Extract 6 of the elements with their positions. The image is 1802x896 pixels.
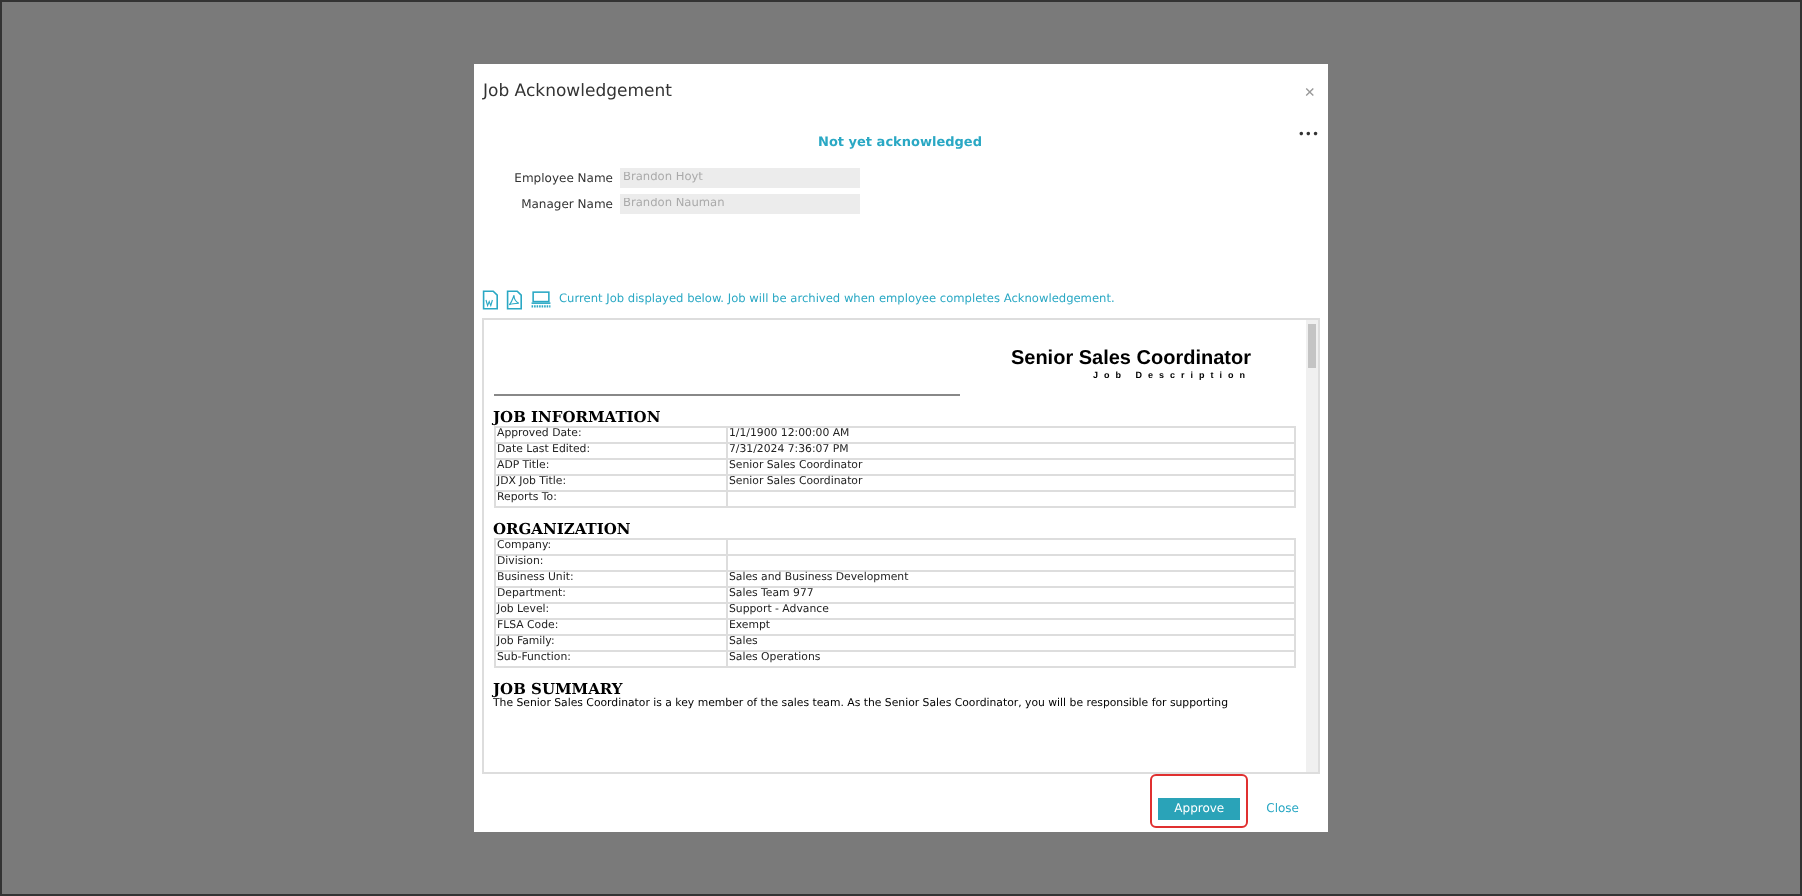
pdf-document-icon[interactable]: [505, 290, 521, 310]
dialog-title: Job Acknowledgement: [483, 81, 672, 101]
word-document-icon[interactable]: [481, 290, 497, 310]
scrollbar[interactable]: [1305, 320, 1317, 772]
document-title: Senior Sales Coordinator: [1008, 348, 1251, 370]
html-monitor-icon[interactable]: [529, 290, 551, 310]
